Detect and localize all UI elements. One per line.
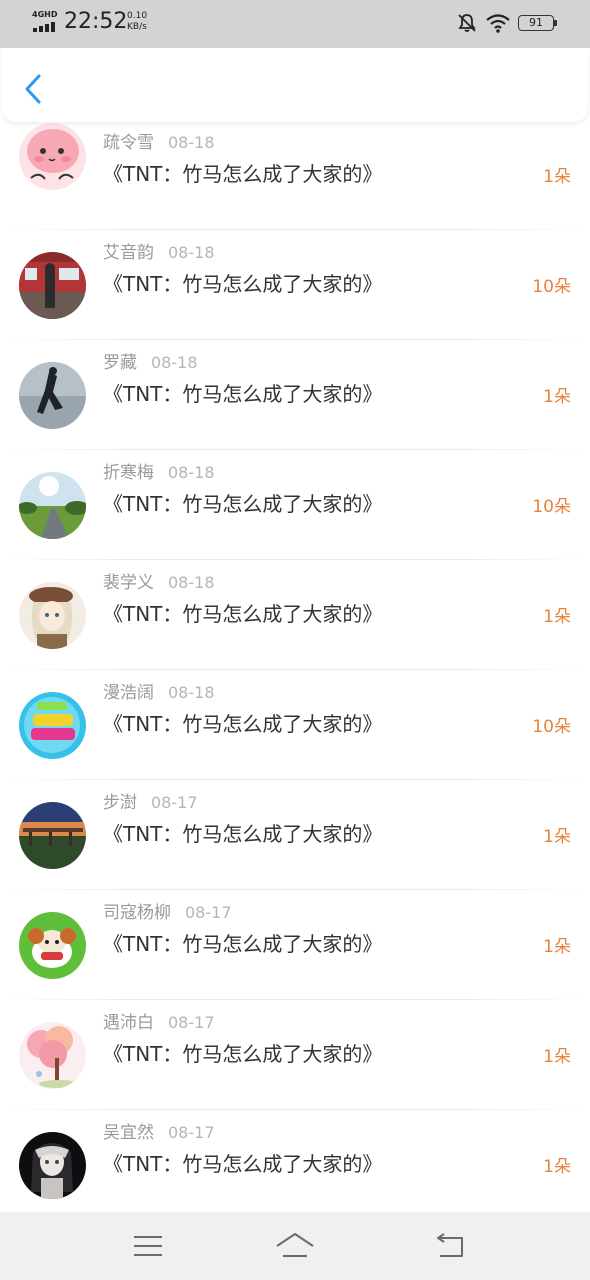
list-item[interactable]: 司寇杨柳 08-17 《TNT：竹马怎么成了大家的》 1朵 (0, 890, 590, 1000)
user-name: 艾音韵 (103, 243, 154, 263)
sheep-cartoon-avatar[interactable] (19, 912, 86, 979)
signal-icon: 4GHD (32, 10, 58, 32)
status-bar: 4GHD 22:52 0.10 KB/s 91 (0, 0, 590, 48)
home-icon[interactable] (275, 1230, 315, 1262)
battery-icon: 91 (518, 15, 558, 31)
item-name: 疏令雪 08-18 (103, 128, 215, 153)
item-name: 罗藏 08-18 (103, 348, 198, 373)
page-header (2, 48, 588, 122)
blossom-tree-avatar[interactable] (19, 1022, 86, 1089)
item-date: 08-18 (168, 133, 215, 152)
list-item[interactable]: 艾音韵 08-18 《TNT：竹马怎么成了大家的》 10朵 (0, 230, 590, 340)
item-title: 《TNT：竹马怎么成了大家的》 (103, 932, 383, 956)
flower-count: 1朵 (543, 167, 571, 187)
user-name: 漫浩阔 (103, 683, 154, 703)
anime-girl-avatar[interactable] (19, 582, 86, 649)
network-speed: 0.10 KB/s (127, 11, 147, 33)
item-date: 08-17 (168, 1123, 215, 1142)
list-item[interactable]: 遇沛白 08-17 《TNT：竹马怎么成了大家的》 1朵 (0, 1000, 590, 1110)
item-date: 08-17 (151, 793, 198, 812)
item-date: 08-18 (168, 243, 215, 262)
list-item[interactable]: 步澍 08-17 《TNT：竹马怎么成了大家的》 1朵 (0, 780, 590, 890)
back-icon[interactable] (430, 1230, 470, 1262)
flower-count: 1朵 (543, 1157, 571, 1177)
user-name: 疏令雪 (103, 133, 154, 153)
gift-record-list[interactable]: 疏令雪 08-18 《TNT：竹马怎么成了大家的》 1朵 艾音韵 08-18 《TN… (0, 120, 590, 1212)
pink-blob-avatar[interactable] (19, 123, 86, 190)
user-name: 遇沛白 (103, 1013, 154, 1033)
item-title: 《TNT：竹马怎么成了大家的》 (103, 162, 383, 186)
item-name: 艾音韵 08-18 (103, 238, 215, 263)
item-title: 《TNT：竹马怎么成了大家的》 (103, 382, 383, 406)
train-photo-avatar[interactable] (19, 252, 86, 319)
item-name: 漫浩阔 08-18 (103, 678, 215, 703)
list-item[interactable]: 裴学义 08-18 《TNT：竹马怎么成了大家的》 1朵 (0, 560, 590, 670)
user-name: 罗藏 (103, 353, 137, 373)
item-name: 遇沛白 08-17 (103, 1008, 215, 1033)
system-nav-bar (0, 1212, 590, 1280)
list-item[interactable]: 罗藏 08-18 《TNT：竹马怎么成了大家的》 1朵 (0, 340, 590, 450)
flower-count: 10朵 (532, 497, 571, 517)
road-landscape-avatar[interactable] (19, 472, 86, 539)
flower-count: 1朵 (543, 827, 571, 847)
speed-value: 0.10 (127, 11, 148, 21)
menu-icon[interactable] (128, 1230, 168, 1262)
item-date: 08-18 (168, 573, 215, 592)
happy-new-year-avatar[interactable] (19, 692, 86, 759)
status-time: 22:52 (64, 9, 128, 34)
item-title: 《TNT：竹马怎么成了大家的》 (103, 492, 383, 516)
list-item[interactable]: 折寒梅 08-18 《TNT：竹马怎么成了大家的》 10朵 (0, 450, 590, 560)
mute-icon (458, 14, 476, 32)
list-item[interactable]: 漫浩阔 08-18 《TNT：竹马怎么成了大家的》 10朵 (0, 670, 590, 780)
list-item[interactable]: 疏令雪 08-18 《TNT：竹马怎么成了大家的》 1朵 (0, 120, 590, 230)
flower-count: 10朵 (532, 717, 571, 737)
item-title: 《TNT：竹马怎么成了大家的》 (103, 822, 383, 846)
flower-count: 1朵 (543, 607, 571, 627)
flower-count: 1朵 (543, 1047, 571, 1067)
item-name: 裴学义 08-18 (103, 568, 215, 593)
user-name: 裴学义 (103, 573, 154, 593)
wifi-icon (486, 14, 510, 33)
item-date: 08-18 (168, 463, 215, 482)
item-date: 08-18 (168, 683, 215, 702)
item-title: 《TNT：竹马怎么成了大家的》 (103, 602, 383, 626)
item-title: 《TNT：竹马怎么成了大家的》 (103, 712, 383, 736)
item-title: 《TNT：竹马怎么成了大家的》 (103, 272, 383, 296)
list-item[interactable]: 吴宜然 08-17 《TNT：竹马怎么成了大家的》 1朵 (0, 1110, 590, 1212)
dancer-photo-avatar[interactable] (19, 362, 86, 429)
battery-level: 91 (518, 15, 554, 31)
item-title: 《TNT：竹马怎么成了大家的》 (103, 1042, 383, 1066)
item-name: 折寒梅 08-18 (103, 458, 215, 483)
flower-count: 10朵 (532, 277, 571, 297)
item-name: 步澍 08-17 (103, 788, 198, 813)
network-type: 4GHD (32, 10, 58, 19)
item-name: 司寇杨柳 08-17 (103, 898, 232, 923)
item-date: 08-17 (168, 1013, 215, 1032)
item-title: 《TNT：竹马怎么成了大家的》 (103, 1152, 383, 1176)
chevron-left-icon[interactable] (20, 72, 46, 106)
user-name: 吴宜然 (103, 1123, 154, 1143)
item-name: 吴宜然 08-17 (103, 1118, 215, 1143)
speed-unit: KB/s (127, 22, 147, 32)
user-name: 步澍 (103, 793, 137, 813)
item-date: 08-18 (151, 353, 198, 372)
user-name: 司寇杨柳 (103, 903, 171, 923)
item-date: 08-17 (185, 903, 232, 922)
flower-count: 1朵 (543, 387, 571, 407)
flower-count: 1朵 (543, 937, 571, 957)
bridge-sunset-avatar[interactable] (19, 802, 86, 869)
dark-anime-girl-avatar[interactable] (19, 1132, 86, 1199)
user-name: 折寒梅 (103, 463, 154, 483)
